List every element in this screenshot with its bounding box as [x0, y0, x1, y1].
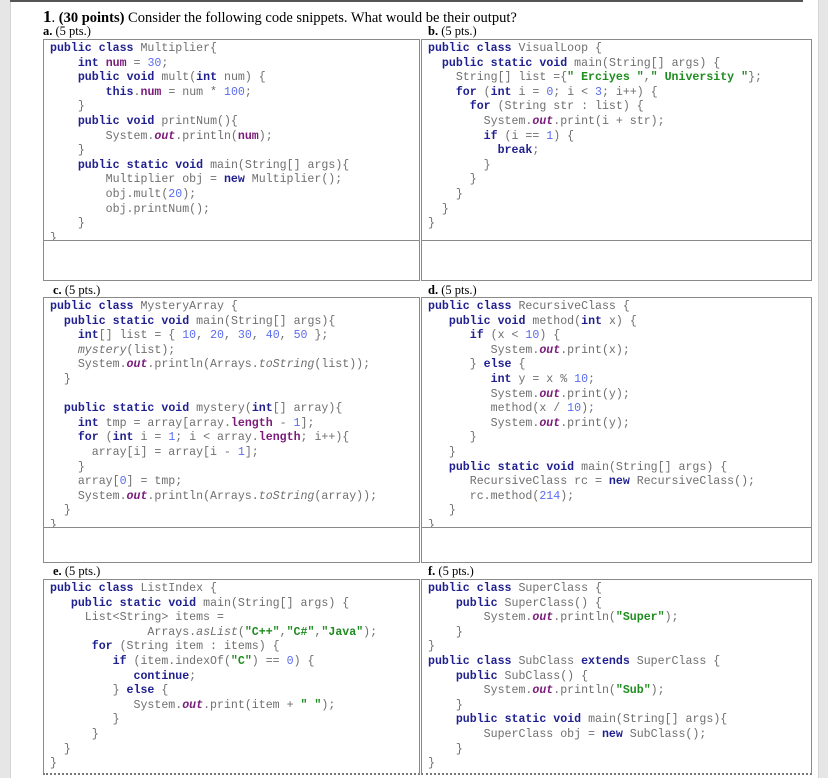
code-box-d: public class RecursiveClass { public voi… — [421, 297, 812, 532]
code-snippet-e: public class ListIndex { public static v… — [50, 582, 378, 771]
part-b-label: b. (5 pts.) — [428, 24, 477, 38]
part-e-label: e. (5 pts.) — [53, 564, 100, 578]
part-points: (5 pts.) — [64, 283, 101, 297]
part-letter: e. — [53, 564, 62, 578]
code-box-e: public class ListIndex { public static v… — [43, 579, 420, 775]
answer-box-a[interactable] — [43, 240, 420, 281]
part-points: (5 pts.) — [438, 564, 474, 578]
part-points: (5 pts.) — [64, 564, 101, 578]
code-snippet-a: public class Multiplier{ int num = 30; p… — [50, 42, 350, 245]
part-letter: c. — [53, 283, 62, 297]
code-box-b: public class VisualLoop { public static … — [421, 39, 812, 241]
answer-box-d[interactable] — [421, 527, 812, 563]
page-scrollbar[interactable] — [818, 0, 828, 778]
part-c-label: c. (5 pts.) — [53, 283, 100, 297]
code-snippet-d: public class RecursiveClass { public voi… — [428, 300, 756, 532]
part-a-label: a. (5 pts.) — [43, 24, 91, 38]
page-left-margin — [0, 0, 11, 778]
part-d-label: d. (5 pts.) — [428, 283, 477, 297]
part-letter: d. — [428, 283, 439, 297]
part-points: (5 pts.) — [441, 283, 477, 297]
code-box-f: public class SuperClass { public SuperCl… — [421, 579, 812, 775]
part-letter: b. — [428, 24, 439, 38]
code-box-a: public class Multiplier{ int num = 30; p… — [43, 39, 420, 245]
code-box-c: public class MysteryArray { public stati… — [43, 297, 420, 532]
part-letter: f. — [428, 564, 436, 578]
code-snippet-c: public class MysteryArray { public stati… — [50, 300, 378, 532]
part-points: (5 pts.) — [441, 24, 477, 38]
top-rule — [10, 0, 803, 2]
answer-box-c[interactable] — [43, 527, 420, 563]
part-points: (5 pts.) — [55, 24, 91, 38]
code-snippet-b: public class VisualLoop { public static … — [428, 42, 762, 231]
answer-box-b[interactable] — [421, 240, 812, 281]
part-f-label: f. (5 pts.) — [428, 564, 474, 578]
code-snippet-f: public class SuperClass { public SuperCl… — [428, 582, 728, 771]
part-letter: a. — [43, 24, 53, 38]
